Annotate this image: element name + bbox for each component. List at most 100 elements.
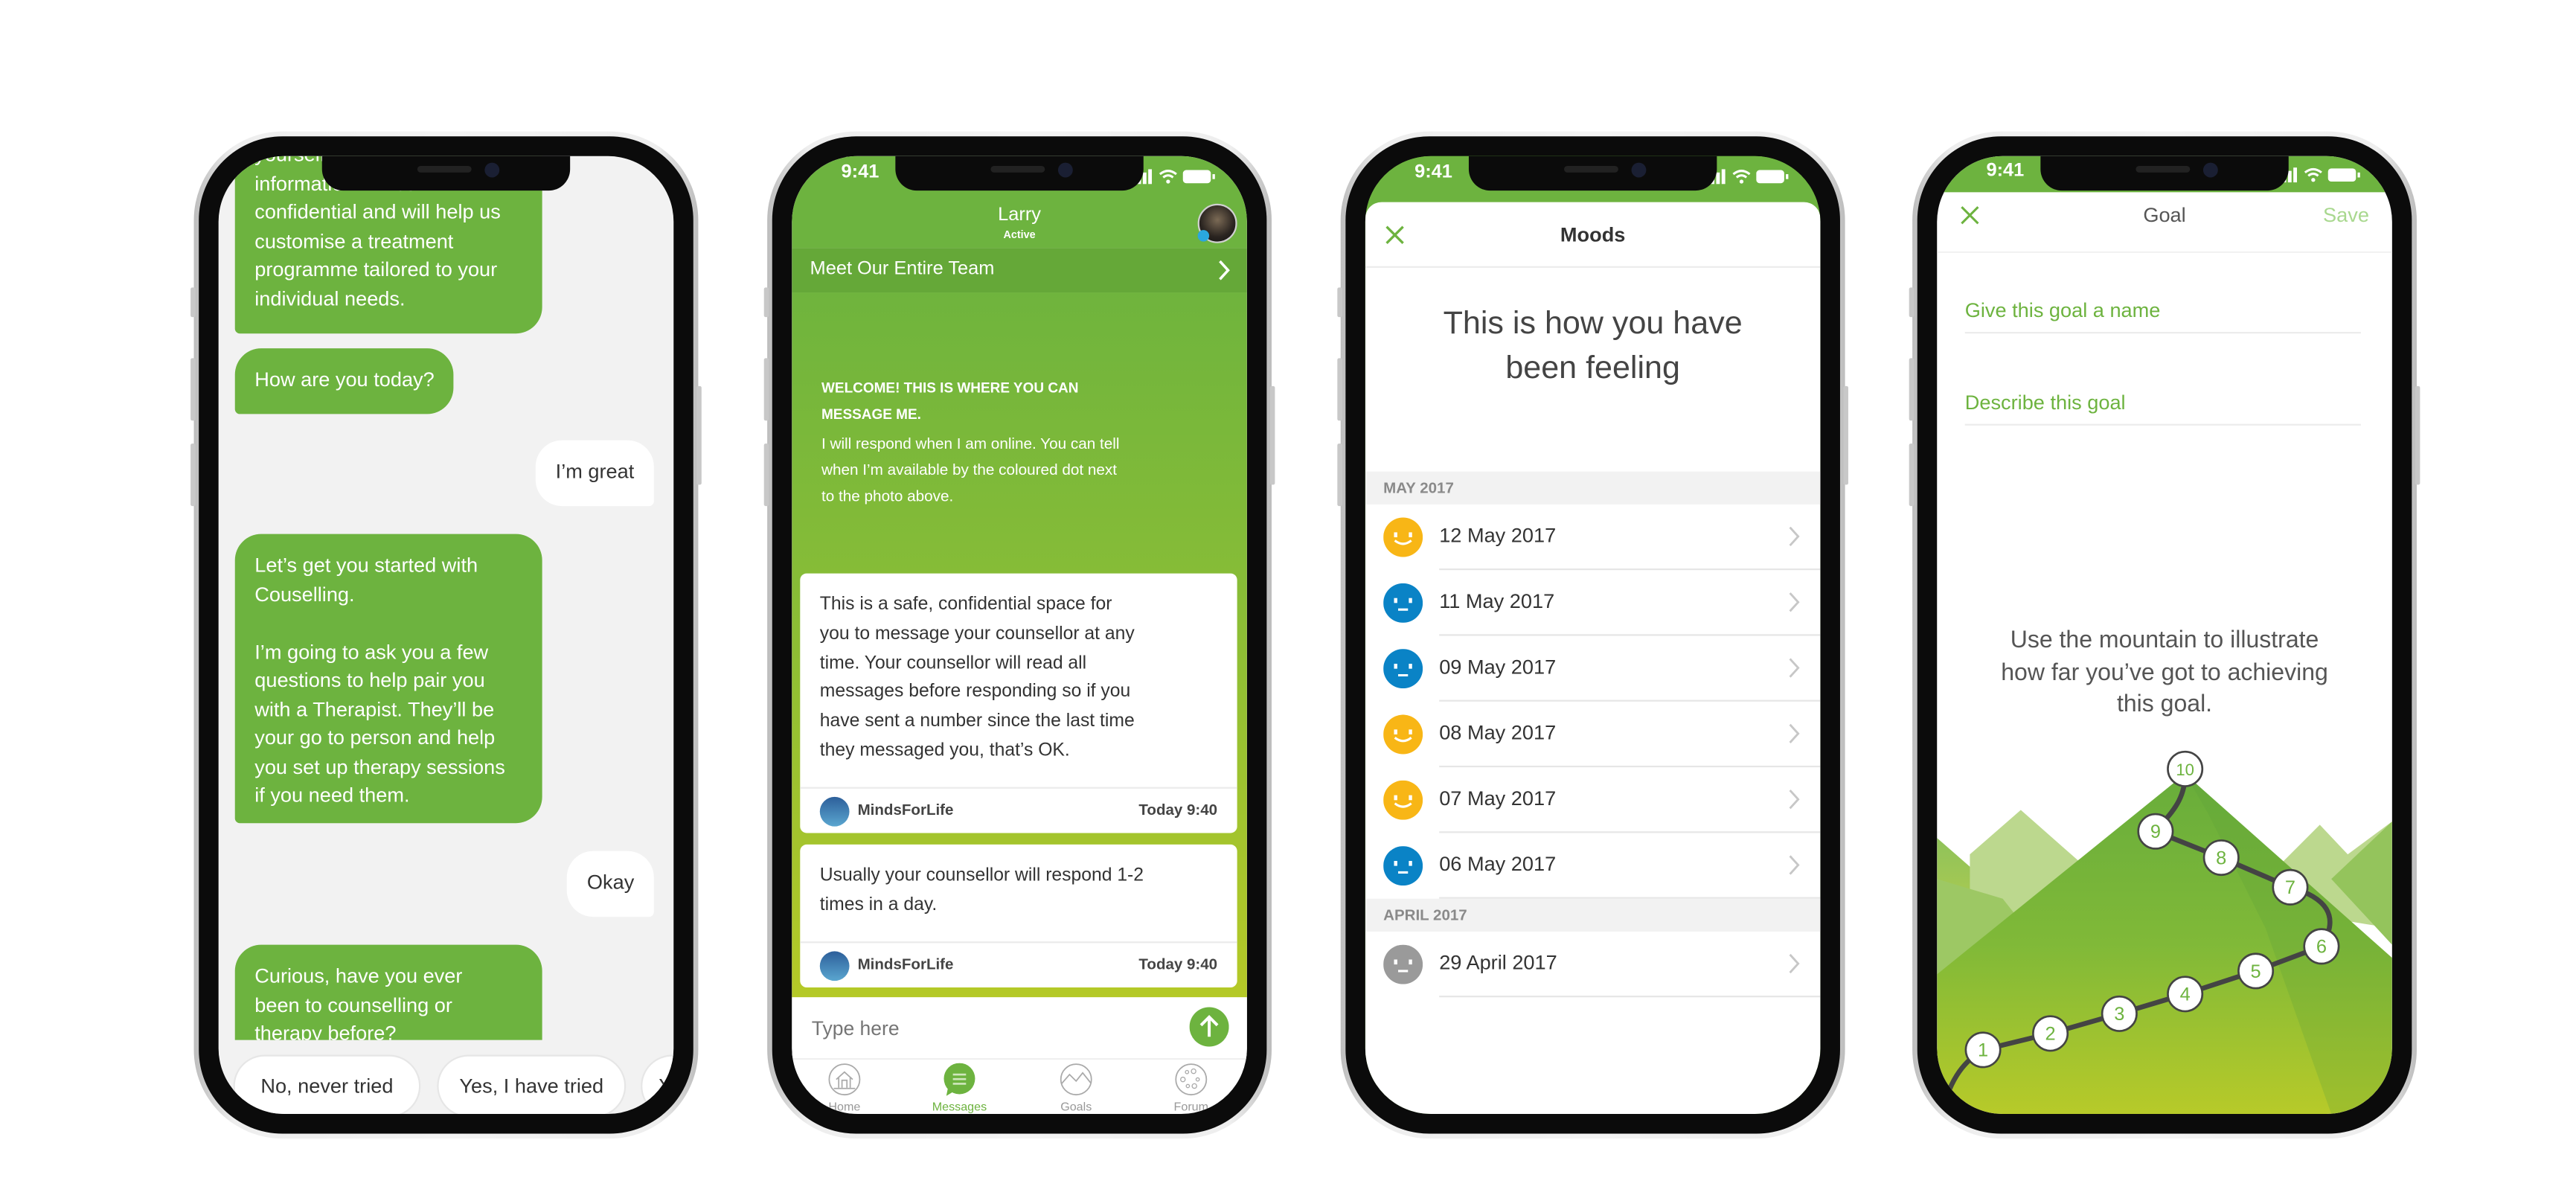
chevron-right-icon bbox=[1219, 260, 1230, 281]
phone-moods: 9:41 Moods This is how you have been fee… bbox=[1337, 131, 1848, 1139]
milestone-5[interactable]: 5 bbox=[2237, 952, 2275, 990]
tab-messages[interactable]: Messages bbox=[910, 1058, 1008, 1114]
mood-row[interactable]: 11 May 2017 bbox=[1365, 570, 1821, 636]
volume-up-button bbox=[1909, 358, 1915, 421]
power-button bbox=[2415, 385, 2420, 485]
chevron-right-icon bbox=[1789, 790, 1800, 810]
message-card: Usually your counsellor will respond 1-2… bbox=[800, 844, 1237, 988]
milestone-label: 1 bbox=[1978, 1040, 1988, 1061]
mute-switch bbox=[190, 287, 196, 318]
mood-date: 12 May 2017 bbox=[1439, 524, 1557, 548]
bot-message: Let’s get you started with Couselling. I… bbox=[234, 534, 542, 824]
sender-avatar bbox=[819, 951, 850, 981]
milestone-8[interactable]: 8 bbox=[2202, 839, 2240, 877]
status-icons bbox=[1132, 164, 1217, 194]
tab-goals[interactable]: Goals bbox=[1027, 1058, 1125, 1114]
mood-date: 07 May 2017 bbox=[1439, 787, 1557, 810]
section-header: APRIL 2017 bbox=[1365, 898, 1821, 932]
tab-forum[interactable]: Forum bbox=[1142, 1058, 1240, 1114]
chevron-right-icon bbox=[1789, 855, 1800, 875]
power-button bbox=[1843, 385, 1848, 485]
milestone-label: 9 bbox=[2150, 822, 2161, 842]
power-button bbox=[696, 385, 702, 485]
signal-wifi-battery-icon bbox=[1132, 169, 1215, 185]
mute-switch bbox=[763, 287, 769, 318]
mute-switch bbox=[1337, 287, 1342, 318]
signal-wifi-battery-icon bbox=[1705, 169, 1789, 185]
welcome-body: I will respond when I am online. You can… bbox=[821, 433, 1120, 505]
mood-date: 08 May 2017 bbox=[1439, 721, 1557, 745]
moods-sheet: Moods This is how you have been feeling … bbox=[1365, 202, 1821, 1115]
goals-icon bbox=[1060, 1063, 1092, 1096]
phone-goal: 9:41 Goal Save Give this goal a name Des… bbox=[1909, 131, 2420, 1139]
forum-icon bbox=[1175, 1063, 1208, 1096]
send-icon[interactable] bbox=[1189, 1007, 1229, 1047]
section-header: MAY 2017 bbox=[1365, 471, 1821, 505]
user-message: Okay bbox=[567, 851, 654, 916]
mood-date: 29 April 2017 bbox=[1439, 951, 1557, 975]
chevron-right-icon bbox=[1789, 592, 1800, 612]
milestone-label: 8 bbox=[2216, 848, 2226, 868]
mute-switch bbox=[1909, 287, 1915, 318]
volume-up-button bbox=[763, 358, 769, 421]
status-icons bbox=[1705, 164, 1791, 194]
bot-message: How are you today? bbox=[234, 348, 455, 414]
message-card: This is a safe, confidential space for y… bbox=[800, 573, 1237, 833]
mood-neutral-icon bbox=[1383, 583, 1423, 623]
tab-label: Messages bbox=[932, 1099, 987, 1115]
chevron-right-icon bbox=[1789, 953, 1800, 974]
chevron-right-icon bbox=[1789, 526, 1800, 547]
sender-avatar bbox=[819, 796, 850, 827]
mood-row[interactable]: 12 May 2017 bbox=[1365, 505, 1821, 571]
notch bbox=[1468, 156, 1717, 191]
sender-name: MindsForLife bbox=[857, 801, 954, 819]
composer bbox=[792, 997, 1247, 1060]
status-time: 9:41 bbox=[1414, 162, 1452, 183]
divider bbox=[1365, 266, 1821, 268]
message-text: Usually your counsellor will respond 1-2… bbox=[819, 865, 1144, 915]
milestone-6[interactable]: 6 bbox=[2303, 928, 2340, 965]
volume-up-button bbox=[1337, 358, 1342, 421]
mood-happy-icon bbox=[1383, 714, 1423, 755]
chevron-right-icon bbox=[1789, 723, 1800, 743]
user-message: I’m great bbox=[536, 440, 654, 505]
meet-team-link[interactable]: Meet Our Entire Team bbox=[792, 248, 1247, 293]
milestone-1[interactable]: 1 bbox=[1964, 1031, 2002, 1069]
milestone-3[interactable]: 3 bbox=[2101, 995, 2138, 1032]
messages-icon bbox=[943, 1063, 975, 1096]
milestone-2[interactable]: 2 bbox=[2032, 1015, 2069, 1052]
mood-row[interactable]: 07 May 2017 bbox=[1365, 767, 1821, 833]
signal-wifi-battery-icon bbox=[2277, 167, 2360, 183]
power-button bbox=[1269, 385, 1275, 485]
meet-team-label: Meet Our Entire Team bbox=[810, 259, 995, 280]
milestone-label: 4 bbox=[2180, 984, 2191, 1005]
mood-row[interactable]: 09 May 2017 bbox=[1365, 635, 1821, 702]
tab-home[interactable]: Home bbox=[795, 1058, 894, 1114]
quick-reply-yes[interactable]: Yes, I have tried bbox=[437, 1054, 627, 1115]
page-title: Moods bbox=[1560, 223, 1626, 247]
milestone-4[interactable]: 4 bbox=[2167, 976, 2204, 1013]
milestone-9[interactable]: 9 bbox=[2137, 813, 2174, 850]
milestone-label: 10 bbox=[2176, 760, 2194, 779]
chat-thread[interactable]: yourself information will be confidentia… bbox=[219, 156, 674, 1040]
chat-screen: yourself information will be confidentia… bbox=[218, 156, 674, 1115]
home-icon bbox=[828, 1063, 861, 1096]
mood-happy-icon bbox=[1383, 517, 1423, 557]
goal-screen: 9:41 Goal Save Give this goal a name Des… bbox=[1937, 156, 2392, 1115]
moods-heading: This is how you have been feeling bbox=[1443, 305, 1743, 386]
notch bbox=[2040, 156, 2289, 191]
milestone-10[interactable]: 10 bbox=[2167, 750, 2204, 787]
mood-row[interactable]: 08 May 2017 bbox=[1365, 702, 1821, 768]
milestone-7[interactable]: 7 bbox=[2272, 868, 2309, 906]
notch bbox=[321, 156, 571, 191]
phone-messages: 9:41 Larry Active Meet Our Entire Team W… bbox=[763, 131, 1275, 1139]
milestone-label: 7 bbox=[2285, 877, 2295, 898]
goal-mountain[interactable]: 1 2 3 4 5 6 7 8 9 10 bbox=[1937, 156, 2392, 1115]
mood-row[interactable]: 29 April 2017 bbox=[1365, 932, 1821, 998]
message-input[interactable] bbox=[808, 1010, 1144, 1047]
contact-status: Active bbox=[1003, 230, 1036, 242]
mood-happy-icon bbox=[1383, 780, 1423, 820]
mood-row[interactable]: 06 May 2017 bbox=[1365, 833, 1821, 899]
quick-reply-no[interactable]: No, never tried bbox=[233, 1054, 421, 1115]
volume-up-button bbox=[190, 358, 196, 421]
